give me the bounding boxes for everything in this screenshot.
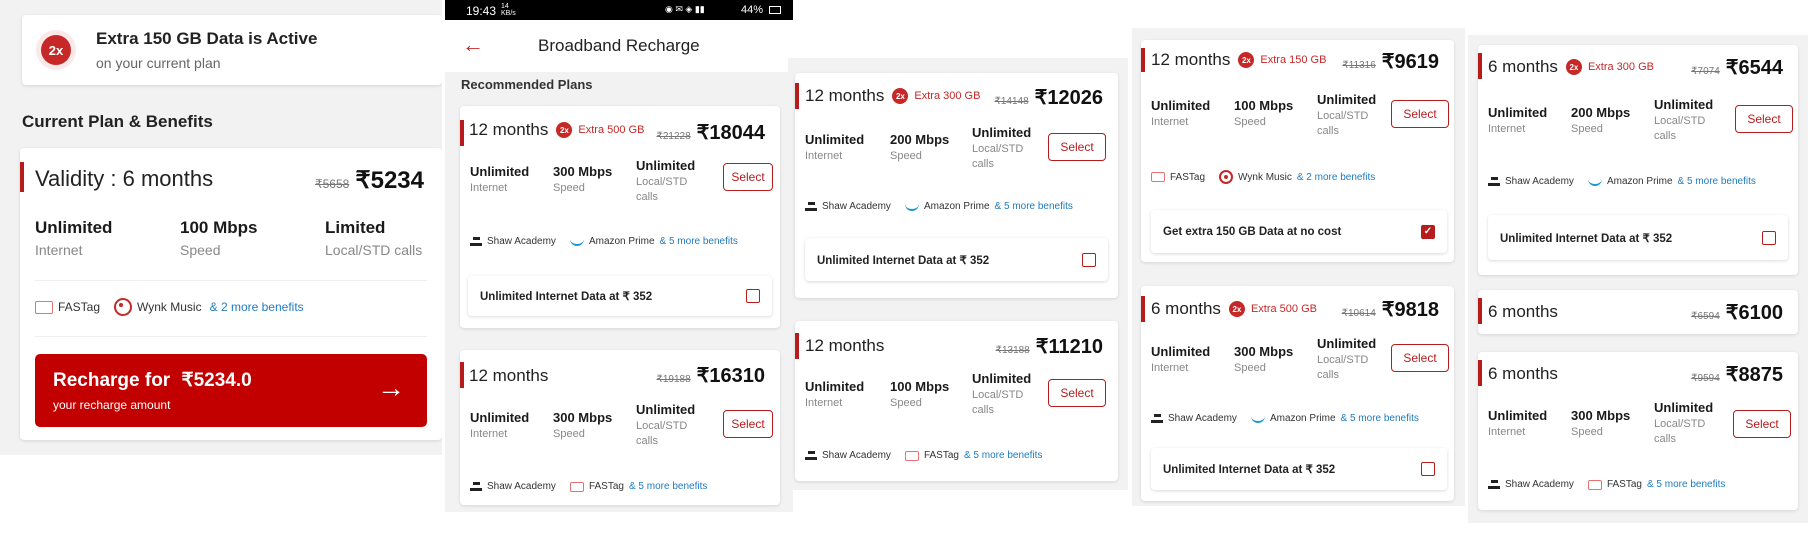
shaw-academy-icon [1151,414,1163,423]
more-benefits-link[interactable]: & 2 more benefits [210,300,304,314]
plan-card: 12 months 2x Extra 150 GB ₹11316 ₹9619 Un… [1141,40,1454,262]
extra-data-badge-icon: 2x [556,122,573,138]
select-button[interactable]: Select [1048,379,1106,407]
recommended-label: Recommended Plans [461,77,593,92]
shaw-academy-icon [805,202,817,211]
addon-checkbox[interactable] [1421,462,1435,476]
stat-speed: 100 Mbps Speed [180,218,258,258]
addon-checkbox[interactable] [1082,252,1096,267]
current-plan-card: Validity : 6 months ₹5658 ₹5234 Unlimite… [20,148,442,440]
plan-card: 6 months 2x Extra 500 GB ₹10614 ₹9818 Unl… [1141,286,1454,501]
active-offer-banner: 2x Extra 150 GB Data is Active on your c… [22,15,442,85]
addon-checkbox[interactable] [746,289,760,303]
addon-option[interactable]: Unlimited Internet Data at ₹ 352 [468,276,772,316]
fastag-icon [35,300,53,314]
select-button[interactable]: Select [1391,100,1449,128]
back-arrow-icon[interactable]: ← [462,32,484,58]
plan-card: 12 months 2x Extra 300 GB ₹14148 ₹12026 U… [795,73,1118,298]
status-icons: ◉ ✉ ◈ ▮▮ [665,4,705,14]
select-button[interactable]: Select [1735,105,1793,133]
section-title: Current Plan & Benefits [22,112,213,131]
extra-data-badge-icon: 2x [1238,52,1255,68]
extra-data-badge-icon: 2x [1565,59,1582,75]
recharge-amount: ₹5234.0 [181,370,252,391]
extra-data-badge-icon: 2x [1228,301,1245,317]
header-title: Broadband Recharge [538,36,700,55]
amazon-prime-icon [1250,415,1265,423]
plan-card: 6 months 2x Extra 300 GB ₹7074 ₹6544 Unli… [1478,45,1798,275]
panel-recharge-list-2: 12 months 2x Extra 300 GB ₹14148 ₹12026 U… [788,58,1128,490]
recharge-label: Recharge for [53,370,171,391]
stat-calls: Limited Local/STD calls [325,218,423,258]
offer-title: Extra 150 GB Data is Active [96,29,318,48]
select-button[interactable]: Select [723,163,773,191]
addon-checkbox[interactable] [1762,230,1776,245]
addon-option-extra-data[interactable]: Get extra 150 GB Data at no cost ✓ [1151,210,1447,253]
wynk-music-icon [1219,170,1234,184]
panel-recharge-list-3: 12 months 2x Extra 150 GB ₹11316 ₹9619 Un… [1132,28,1465,506]
offer-subtitle: on your current plan [96,55,221,71]
current-price: ₹5234 [355,167,424,194]
battery-icon [769,6,781,14]
addon-option[interactable]: Unlimited Internet Data at ₹ 352 [805,238,1108,281]
panel-recharge-list-4: 6 months 2x Extra 300 GB ₹7074 ₹6544 Unli… [1468,35,1808,523]
select-button[interactable]: Select [1733,410,1791,438]
addon-checkbox-checked[interactable]: ✓ [1421,224,1435,239]
benefits-row: FASTag Wynk Music & 2 more benefits [35,298,304,316]
addon-option[interactable]: Unlimited Internet Data at ₹ 352 [1151,448,1447,490]
addon-option[interactable]: Unlimited Internet Data at ₹ 352 [1488,215,1788,260]
plan-card: 12 months ₹19188 ₹16310 Unlimited Internet… [460,350,780,505]
old-price: ₹5658 [314,177,350,191]
panel-recharge-list-1: 19:43 14 KB/s ◉ ✉ ◈ ▮▮ 44% ← Broadband R… [445,0,793,512]
wynk-music-icon [114,298,133,316]
fastag-icon [569,481,584,492]
amazon-prime-icon [569,238,584,246]
status-bar: 19:43 14 KB/s ◉ ✉ ◈ ▮▮ 44% [445,0,793,20]
plan-card: 12 months ₹13188 ₹11210 Unlimited Internet… [795,321,1118,481]
shaw-academy-icon [805,451,817,460]
app-header: ← Broadband Recharge [445,20,793,72]
validity-label: Validity : 6 months [35,166,214,191]
stat-internet: Unlimited Internet [35,218,113,258]
fastag-icon [1587,479,1602,490]
select-button[interactable]: Select [1048,133,1106,161]
panel-current-plan: 2x Extra 150 GB Data is Active on your c… [0,0,442,455]
amazon-prime-icon [1587,178,1602,186]
select-button[interactable]: Select [723,410,773,438]
offer-badge-icon: 2x [36,30,76,70]
plan-card: 12 months 2x Extra 500 GB ₹21228 ₹18044 U… [460,106,780,328]
fastag-icon [904,450,919,461]
select-button[interactable]: Select [1391,344,1449,372]
shaw-academy-icon [1488,480,1500,489]
recharge-sub: your recharge amount [53,398,171,412]
extra-data-badge-icon: 2x [892,88,909,104]
fastag-icon [1151,172,1165,182]
arrow-right-icon: → [377,372,405,403]
shaw-academy-icon [470,482,482,491]
shaw-academy-icon [1488,177,1500,186]
amazon-prime-icon [904,203,919,211]
recharge-button[interactable]: Recharge for ₹5234.0 your recharge amoun… [35,354,427,427]
plan-card-compact: 6 months ₹6594 ₹6100 [1478,290,1798,334]
plan-card: 6 months ₹9594 ₹8875 Unlimited Internet 30… [1478,352,1798,510]
shaw-academy-icon [470,237,482,246]
